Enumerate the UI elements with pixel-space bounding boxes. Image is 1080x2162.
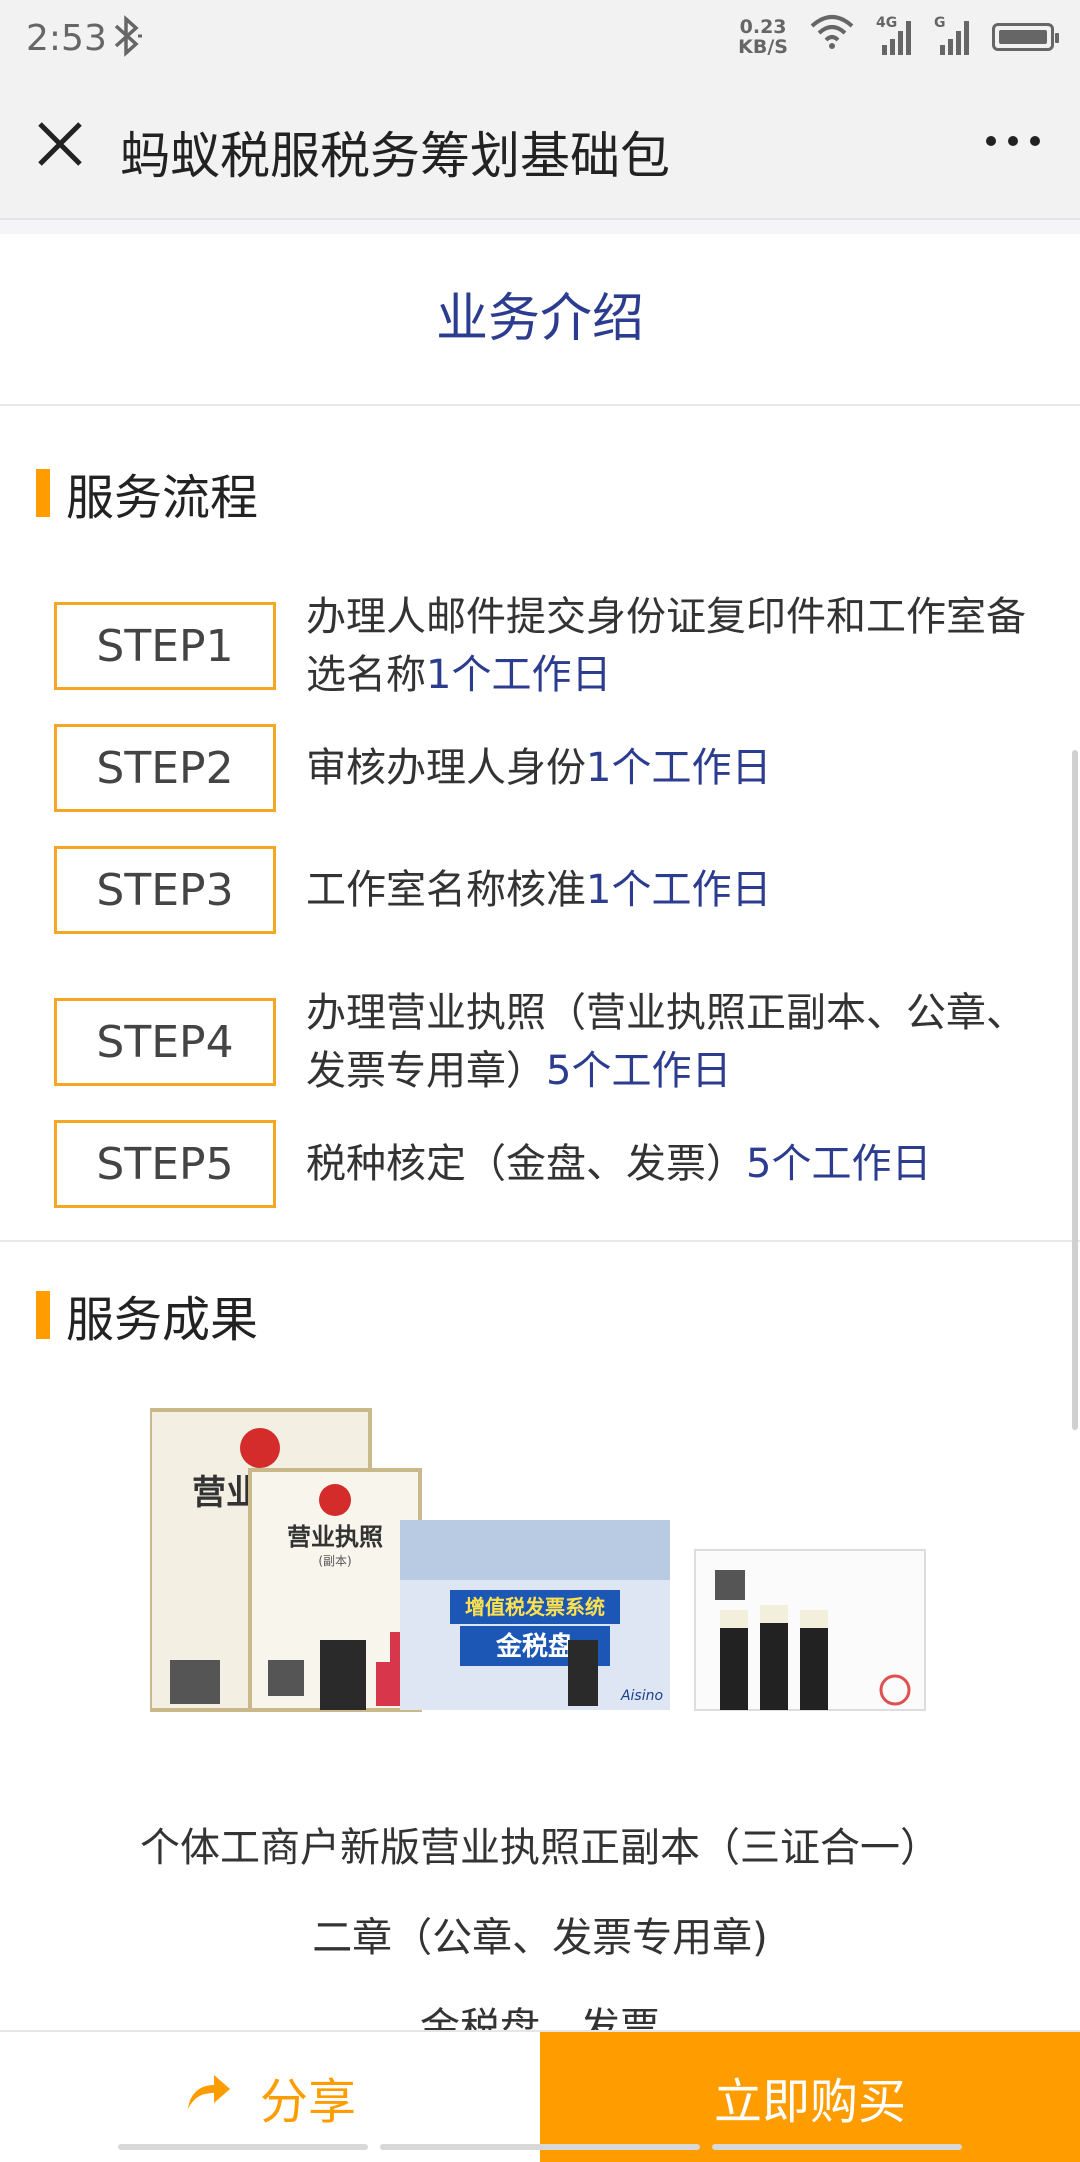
nav-hint-bar bbox=[712, 2144, 962, 2150]
share-button[interactable]: 分享 bbox=[0, 2032, 540, 2162]
step-row: STEP1 办理人邮件提交身份证复印件和工作室备选名称1个工作日 bbox=[54, 588, 1054, 704]
signal-4g-icon: 4G bbox=[876, 15, 912, 57]
step-description: 办理人邮件提交身份证复印件和工作室备选名称1个工作日 bbox=[306, 594, 1026, 698]
svg-text:营业执照: 营业执照 bbox=[287, 1522, 383, 1551]
net-speed: 0.23 KB/S bbox=[738, 15, 788, 58]
step-badge: STEP5 bbox=[54, 1120, 276, 1208]
buy-now-button[interactable]: 立即购买 bbox=[540, 2032, 1080, 2162]
svg-text:(副本): (副本) bbox=[318, 1554, 351, 1568]
nav-hint-bar bbox=[118, 2144, 368, 2150]
page-title: 蚂蚁税服税务筹划基础包 bbox=[120, 127, 670, 185]
results-image: 营业执照 营业执照 (副本) 增值税发票系统 金税盘 Aisino bbox=[148, 1400, 950, 1740]
battery-icon bbox=[992, 22, 1059, 51]
step-description: 工作室名称核准1个工作日 bbox=[306, 867, 772, 913]
step-badge: STEP4 bbox=[54, 998, 276, 1086]
result-line: 二章（公章、发票专用章) bbox=[312, 1915, 768, 1961]
heading-accent-bar bbox=[36, 469, 50, 517]
step-description: 审核办理人身份1个工作日 bbox=[306, 745, 772, 791]
signal-g-icon: G bbox=[934, 15, 970, 57]
share-label: 分享 bbox=[259, 2074, 356, 2130]
heading-accent-bar bbox=[36, 1291, 50, 1339]
step-badge: STEP3 bbox=[54, 846, 276, 934]
process-heading: 服务流程 bbox=[36, 458, 258, 528]
step-row: STEP2 审核办理人身份1个工作日 bbox=[54, 724, 1054, 812]
scrollbar[interactable] bbox=[1072, 750, 1078, 1430]
step-row: STEP4 办理营业执照（营业执照正副本、公章、发票专用章）5个工作日 bbox=[54, 984, 1054, 1100]
svg-text:金税盘: 金税盘 bbox=[495, 1631, 574, 1662]
share-icon bbox=[184, 2069, 260, 2125]
result-line: 个体工商户新版营业执照正副本（三证合一） bbox=[140, 1825, 940, 1871]
header-gap bbox=[0, 220, 1080, 234]
step-row: STEP3 工作室名称核准1个工作日 bbox=[54, 846, 1054, 934]
step-row: STEP5 税种核定（金盘、发票）5个工作日 bbox=[54, 1120, 1054, 1208]
close-icon[interactable] bbox=[30, 114, 90, 174]
step-badge: STEP2 bbox=[54, 724, 276, 812]
step-description: 办理营业执照（营业执照正副本、公章、发票专用章）5个工作日 bbox=[306, 990, 1026, 1094]
wifi-icon bbox=[810, 14, 854, 59]
step-badge: STEP1 bbox=[54, 602, 276, 690]
more-icon[interactable] bbox=[986, 136, 1040, 146]
nav-hint-bar bbox=[380, 2144, 700, 2150]
svg-text:增值税发票系统: 增值税发票系统 bbox=[465, 1595, 605, 1619]
title-bar: 蚂蚁税服税务筹划基础包 bbox=[0, 80, 1080, 220]
bluetooth-icon bbox=[110, 14, 146, 67]
status-time: 2:53 bbox=[26, 18, 107, 59]
intro-title: 业务介绍 bbox=[0, 234, 1080, 406]
bottom-action-bar: 分享 立即购买 bbox=[0, 2030, 1080, 2162]
step-description: 税种核定（金盘、发票）5个工作日 bbox=[306, 1141, 932, 1187]
results-heading: 服务成果 bbox=[36, 1280, 258, 1350]
status-bar: 2:53 0.23 KB/S 4G G bbox=[0, 0, 1080, 80]
svg-text:Aisino: Aisino bbox=[620, 1688, 663, 1704]
section-divider bbox=[0, 1240, 1080, 1242]
